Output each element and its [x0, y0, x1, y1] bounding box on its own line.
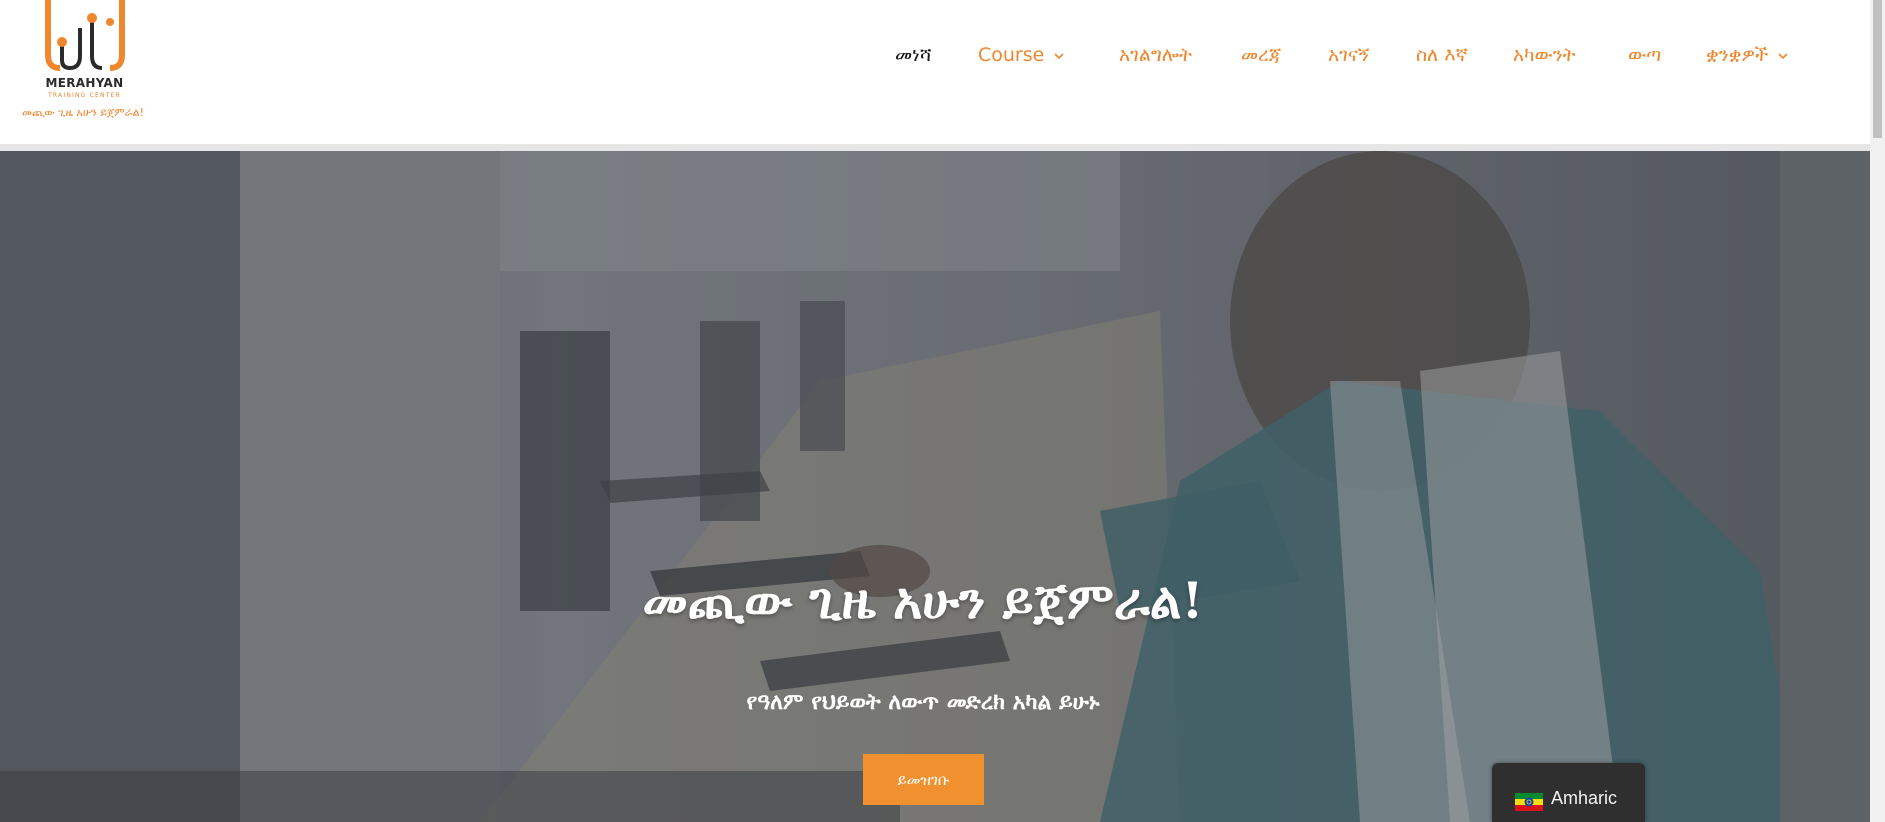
nav-item-label: አካውንት — [1513, 44, 1576, 66]
nav-item-label: መነሻ — [895, 44, 932, 66]
nav-item-label: ስለ እኛ — [1416, 44, 1468, 66]
scrollbar-thumb[interactable] — [1873, 0, 1882, 138]
hero-overlay — [0, 151, 1870, 822]
nav-item-about[interactable]: ስለ እኛ — [1416, 40, 1468, 70]
hero-section: መጪው ጊዜ አሁን ይጀምራል! የዓለም የህይወት ለውጥ መድረክ አካ… — [0, 151, 1870, 822]
page-scrollbar[interactable] — [1870, 0, 1885, 822]
chevron-down-icon — [1778, 51, 1788, 61]
nav-item-services[interactable]: አገልግሎት — [1119, 40, 1192, 70]
page: MERAHYAN TRAINING CENTER መጪው ጊዜ አሁን ይጀምራ… — [0, 0, 1885, 822]
nav-item-languages[interactable]: ቋንቋዎች — [1706, 40, 1788, 70]
nav-item-label: Course — [978, 44, 1045, 66]
logo-tagline: መጪው ጊዜ አሁን ይጀምራል! — [22, 106, 144, 119]
nav-item-info[interactable]: መረጃ — [1241, 40, 1281, 70]
nav-item-label: ውጣ — [1628, 44, 1662, 66]
ethiopia-flag-icon — [1515, 793, 1543, 811]
chevron-down-icon — [1054, 51, 1064, 61]
register-button[interactable]: ይመዝገቡ — [863, 754, 984, 805]
nav-item-label: አገናኝ — [1328, 44, 1370, 66]
nav-item-label: አገልግሎት — [1119, 44, 1192, 66]
nav-item-label: ቋንቋዎች — [1706, 44, 1769, 66]
nav-item-course[interactable]: Course — [978, 40, 1064, 70]
nav-item-home[interactable]: መነሻ — [895, 40, 932, 70]
main-nav: መነሻ Course አገልግሎት መረጃ አገናኝ ስለ እኛ አካውንት ው… — [0, 40, 1870, 70]
nav-item-contact[interactable]: አገናኝ — [1328, 40, 1369, 70]
logo-name: MERAHYAN — [45, 76, 124, 90]
logo-subtitle: TRAINING CENTER — [48, 92, 121, 99]
language-label: Amharic — [1551, 788, 1618, 808]
hero-title: መጪው ጊዜ አሁን ይጀምራል! — [642, 571, 1204, 630]
nav-item-account[interactable]: አካውንት — [1513, 40, 1576, 70]
nav-item-logout[interactable]: ውጣ — [1628, 40, 1661, 70]
nav-item-label: መረጃ — [1241, 44, 1282, 66]
hero-subtitle: የዓለም የህይወት ለውጥ መድረክ አካል ይሁኑ — [746, 689, 1100, 715]
language-switcher[interactable]: Amharic — [1492, 763, 1645, 822]
header-divider — [0, 144, 1870, 151]
site-header: MERAHYAN TRAINING CENTER መጪው ጊዜ አሁን ይጀምራ… — [0, 0, 1870, 144]
